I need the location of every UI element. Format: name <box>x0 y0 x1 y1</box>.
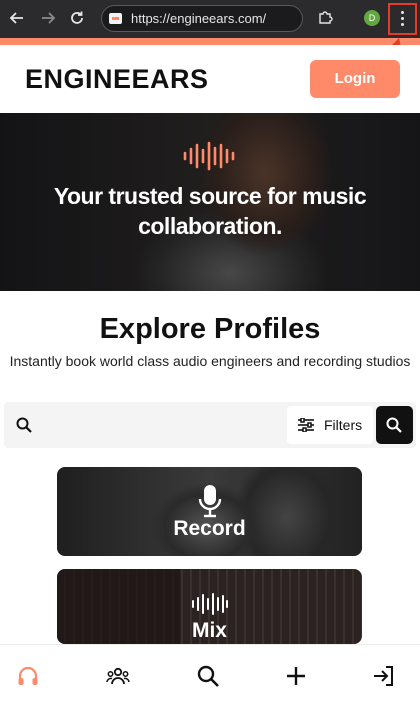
headphones-icon[interactable] <box>16 664 40 688</box>
plus-icon[interactable] <box>284 664 308 688</box>
search-bar[interactable]: Filters <box>4 402 416 448</box>
forward-arrow-icon[interactable] <box>38 8 58 28</box>
site-favicon-icon <box>109 13 122 24</box>
reload-icon[interactable] <box>67 8 87 28</box>
address-bar-url: https://engineears.com/ <box>131 11 267 26</box>
filters-label: Filters <box>324 417 363 433</box>
login-button[interactable]: Login <box>310 60 400 98</box>
browser-toolbar: https://engineears.com/ D <box>0 0 420 38</box>
sign-in-icon[interactable] <box>372 664 396 688</box>
profile-avatar[interactable]: D <box>364 10 380 26</box>
engineears-logo[interactable]: ENGINEEARS <box>25 64 209 95</box>
search-icon <box>16 417 32 433</box>
mix-card[interactable]: Mix <box>57 569 362 644</box>
record-card[interactable]: Record <box>57 467 362 556</box>
sliders-icon <box>298 418 314 432</box>
back-arrow-icon[interactable] <box>7 8 27 28</box>
search-submit-button[interactable] <box>376 406 413 444</box>
record-card-label: Record <box>173 517 246 540</box>
search-icon <box>386 417 402 433</box>
accent-strip <box>0 38 420 45</box>
community-icon[interactable] <box>106 664 130 688</box>
address-bar[interactable]: https://engineears.com/ <box>101 5 303 32</box>
page-title: Explore Profiles <box>99 313 321 345</box>
waveform-icon <box>183 141 235 171</box>
hero-title: Your trusted source for music collaborat… <box>53 183 367 239</box>
site-header: ENGINEEARS Login <box>0 45 420 113</box>
waveform-icon <box>191 593 228 615</box>
kebab-menu-icon[interactable] <box>401 11 405 29</box>
hero-banner: Your trusted source for music collaborat… <box>0 113 420 291</box>
kebab-menu-highlight[interactable] <box>388 3 417 35</box>
bottom-navigation <box>0 644 420 701</box>
filters-button[interactable]: Filters <box>287 406 373 444</box>
page-subtitle: Instantly book world class audio enginee… <box>9 353 411 369</box>
extensions-puzzle-icon[interactable] <box>318 9 334 25</box>
mix-card-label: Mix <box>191 619 227 642</box>
search-icon[interactable] <box>196 664 220 688</box>
microphone-icon <box>198 485 221 518</box>
